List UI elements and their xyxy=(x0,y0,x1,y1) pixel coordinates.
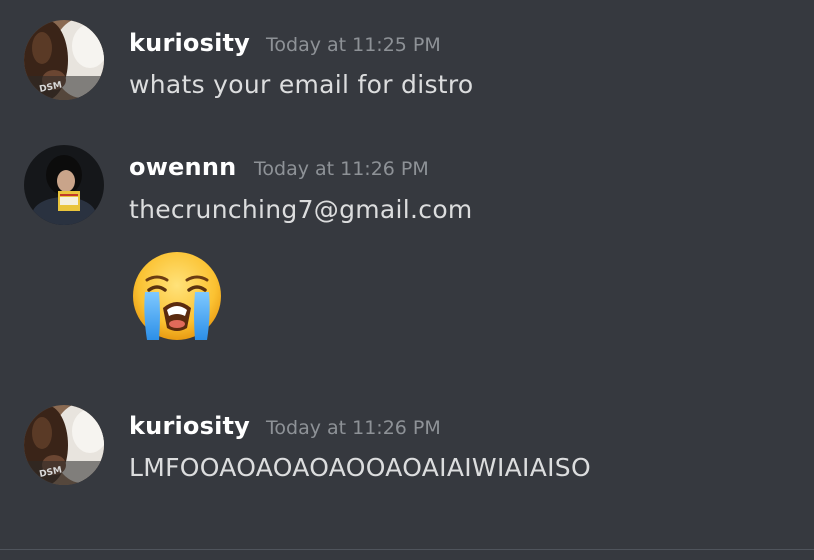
owennn-avatar-icon xyxy=(24,145,104,225)
message-text: thecrunching7@gmail.com xyxy=(129,195,473,224)
message-text: whats your email for distro xyxy=(129,70,474,99)
username[interactable]: kuriosity xyxy=(129,412,250,440)
username[interactable]: kuriosity xyxy=(129,29,250,57)
username[interactable]: owennn xyxy=(129,153,236,181)
loudly-crying-face-icon xyxy=(129,250,225,346)
divider xyxy=(0,549,814,550)
kuriosity-avatar-icon: DSM xyxy=(24,20,104,100)
user-avatar[interactable] xyxy=(24,145,104,225)
user-avatar[interactable]: DSM xyxy=(24,405,104,485)
chat-message-list: DSM kuriosity Today at 11:25 PM whats yo… xyxy=(0,0,814,560)
user-avatar[interactable]: DSM xyxy=(24,20,104,100)
message-timestamp: Today at 11:25 PM xyxy=(266,34,441,56)
message-text: LMFOOAOAOAOAOOAOAIAIWIAIAISO xyxy=(129,453,591,482)
message-timestamp: Today at 11:26 PM xyxy=(254,158,429,180)
kuriosity-avatar-icon: DSM xyxy=(24,405,104,485)
message-timestamp: Today at 11:26 PM xyxy=(266,417,441,439)
